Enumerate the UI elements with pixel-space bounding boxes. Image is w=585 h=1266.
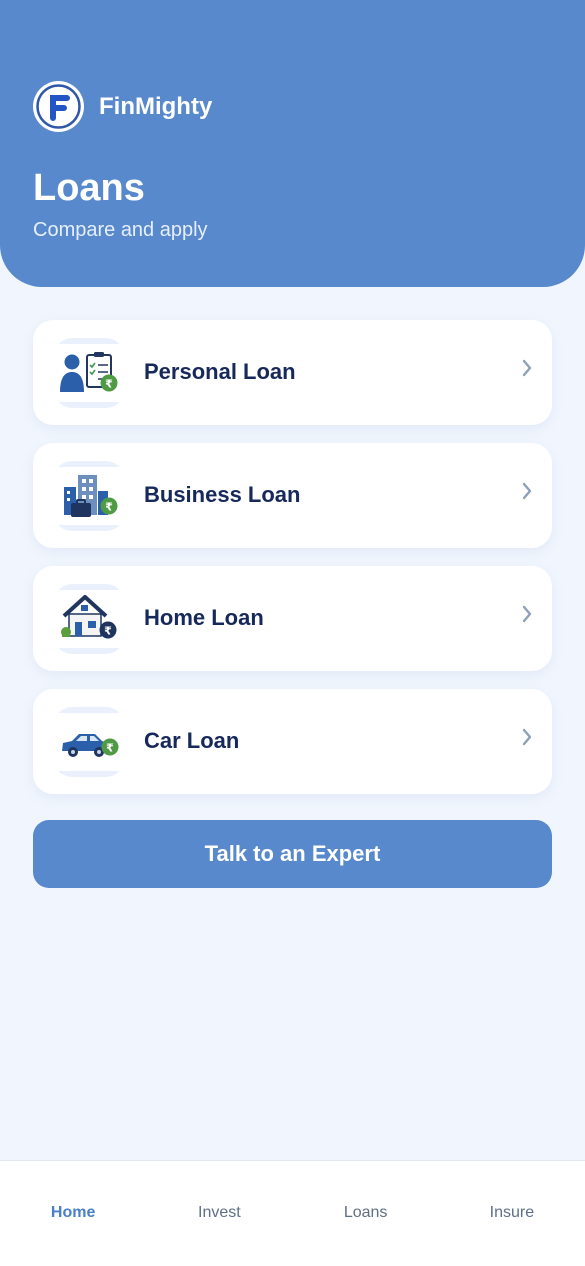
f-monogram-logo-icon [36,84,81,129]
talk-to-expert-button[interactable]: Talk to an Expert [33,820,552,888]
page-title: Loans [33,167,145,209]
nav-item-home[interactable]: Home [0,1161,146,1266]
chevron-right-icon [522,482,532,500]
brand-logo[interactable] [33,81,84,132]
chevron-right-icon [522,605,532,623]
loan-card-personal[interactable]: ₹ Personal Loan [33,320,552,425]
chevron-right-icon [522,359,532,377]
svg-text:₹: ₹ [104,625,112,638]
business-loan-icon: ₹ [54,461,124,531]
svg-text:₹: ₹ [105,501,113,514]
nav-item-insure[interactable]: Insure [439,1161,585,1266]
svg-text:₹: ₹ [105,378,113,391]
header: FinMighty Loans Compare and apply [0,0,585,287]
chevron-right-icon [522,728,532,746]
car-loan-icon: ₹ [54,707,124,777]
brand-name: FinMighty [99,92,213,120]
page-subtitle: Compare and apply [33,219,208,241]
loan-card-label: Home Loan [144,605,264,630]
loan-card-label: Personal Loan [144,359,296,384]
home-loan-icon: ₹ [54,584,124,654]
personal-loan-icon: ₹ [54,338,124,408]
nav-item-invest[interactable]: Invest [146,1161,292,1266]
brand: FinMighty [33,81,212,132]
svg-text:₹: ₹ [106,742,114,755]
loan-card-label: Car Loan [144,728,240,753]
loan-card-label: Business Loan [144,482,301,507]
nav-item-loans[interactable]: Loans [293,1161,439,1266]
loan-card-home[interactable]: ₹ Home Loan [33,566,552,671]
loan-card-car[interactable]: ₹ Car Loan [33,689,552,794]
loan-card-business[interactable]: ₹ Business Loan [33,443,552,548]
bottom-nav: Home Invest Loans Insure [0,1160,585,1266]
